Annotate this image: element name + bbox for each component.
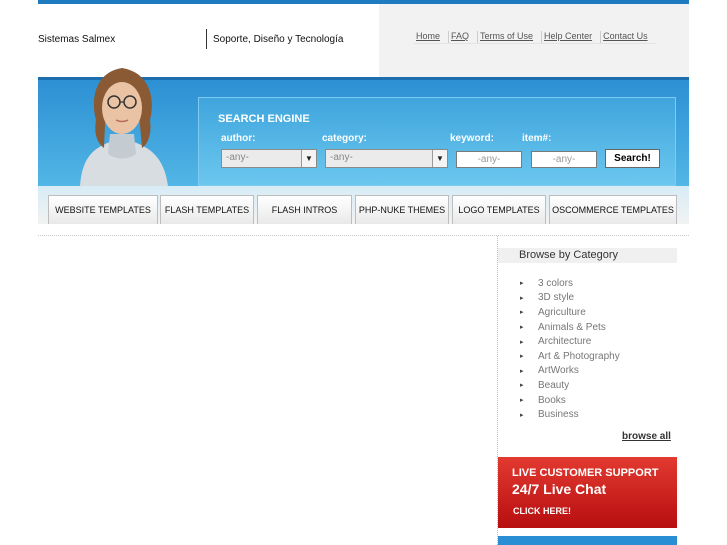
right-arrow-icon: ▸ — [520, 353, 524, 361]
list-item[interactable]: ▸ 3 colors — [520, 276, 620, 291]
tab-flash-intros[interactable]: FLASH INTROS — [257, 195, 352, 224]
down-arrow-icon[interactable]: ▼ — [301, 150, 316, 167]
category-link[interactable]: 3 colors — [538, 278, 573, 289]
slogan: Soporte, Diseño y Tecnología — [213, 34, 344, 45]
slogan-divider — [206, 29, 207, 49]
item-input[interactable]: -any- — [531, 151, 597, 168]
right-arrow-icon: ▸ — [520, 294, 524, 302]
category-link[interactable]: Agriculture — [538, 307, 586, 318]
category-link[interactable]: Art & Photography — [538, 351, 620, 362]
list-item[interactable]: ▸ ArtWorks — [520, 364, 620, 379]
woman-photo — [80, 68, 168, 186]
right-arrow-icon: ▸ — [520, 309, 524, 317]
tab-flash-templates[interactable]: FLASH TEMPLATES — [160, 195, 254, 224]
category-link[interactable]: Books — [538, 395, 566, 406]
top-nav-underline — [414, 43, 656, 44]
list-item[interactable]: ▸ Agriculture — [520, 305, 620, 320]
category-link[interactable]: Architecture — [538, 336, 591, 347]
right-arrow-icon: ▸ — [520, 411, 524, 419]
category-link[interactable]: 3D style — [538, 292, 574, 303]
author-label: author: — [221, 133, 256, 144]
right-arrow-icon: ▸ — [520, 280, 524, 288]
sidebar-bottom-bar — [498, 536, 677, 545]
right-arrow-icon: ▸ — [520, 382, 524, 390]
search-title: SEARCH ENGINE — [218, 113, 310, 125]
category-select[interactable]: -any- ▼ — [325, 149, 448, 168]
down-arrow-icon[interactable]: ▼ — [432, 150, 447, 167]
browse-all-link[interactable]: browse all — [622, 431, 671, 442]
item-label: item#: — [522, 133, 552, 144]
tab-oscommerce-templates[interactable]: OSCOMMERCE TEMPLATES — [549, 195, 677, 224]
live-chat-text: 24/7 Live Chat — [512, 481, 607, 497]
category-link[interactable]: ArtWorks — [538, 365, 579, 376]
right-arrow-icon: ▸ — [520, 367, 524, 375]
author-select[interactable]: -any- ▼ — [221, 149, 317, 168]
category-list: ▸ 3 colors ▸ 3D style ▸ Agriculture ▸ Animal… — [520, 276, 620, 422]
brand-name: Sistemas Salmex — [38, 34, 116, 45]
content-divider — [38, 235, 689, 236]
category-link[interactable]: Animals & Pets — [538, 322, 606, 333]
nav-faq-link[interactable]: FAQ — [448, 31, 469, 43]
nav-home-link[interactable]: Home — [414, 31, 440, 43]
keyword-label: keyword: — [450, 133, 494, 144]
right-arrow-icon: ▸ — [520, 397, 524, 405]
search-button[interactable]: Search! — [605, 149, 660, 168]
live-support-heading: LIVE CUSTOMER SUPPORT — [512, 467, 659, 479]
category-heading: Browse by Category — [498, 248, 677, 263]
list-item[interactable]: ▸ Architecture — [520, 334, 620, 349]
click-here-link[interactable]: CLICK HERE! — [513, 506, 571, 516]
nav-terms-link[interactable]: Terms of Use — [477, 31, 533, 43]
tab-php-nuke-themes[interactable]: PHP-NUKE THEMES — [355, 195, 449, 224]
nav-help-link[interactable]: Help Center — [541, 31, 592, 43]
top-nav: Home FAQ Terms of Use Help Center Contac… — [414, 31, 648, 43]
category-select-value: -any- — [330, 152, 353, 163]
search-panel — [198, 97, 676, 186]
nav-contact-link[interactable]: Contact Us — [600, 31, 648, 43]
list-item[interactable]: ▸ Beauty — [520, 378, 620, 393]
author-select-value: -any- — [226, 152, 249, 163]
category-link[interactable]: Business — [538, 409, 579, 420]
right-arrow-icon: ▸ — [520, 324, 524, 332]
category-label: category: — [322, 133, 368, 144]
list-item[interactable]: ▸ 3D style — [520, 291, 620, 306]
list-item[interactable]: ▸ Art & Photography — [520, 349, 620, 364]
right-arrow-icon: ▸ — [520, 338, 524, 346]
list-item[interactable]: ▸ Animals & Pets — [520, 320, 620, 335]
tab-logo-templates[interactable]: LOGO TEMPLATES — [452, 195, 546, 224]
tab-website-templates[interactable]: WEBSITE TEMPLATES — [48, 195, 158, 224]
keyword-input[interactable]: -any- — [456, 151, 522, 168]
list-item[interactable]: ▸ Business — [520, 407, 620, 422]
list-item[interactable]: ▸ Books — [520, 393, 620, 408]
category-link[interactable]: Beauty — [538, 380, 569, 391]
